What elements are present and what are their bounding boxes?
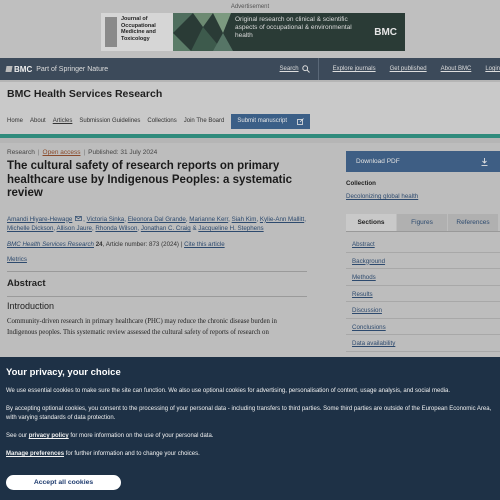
ad-tagline: Original research on clinical & scientif… (235, 16, 352, 39)
author-link[interactable]: Marianne Kerr (189, 216, 228, 223)
ad-banner[interactable]: Journal of Occupational Medicine and Tox… (101, 13, 405, 51)
download-icon (481, 157, 488, 166)
tab-references[interactable]: References (448, 214, 499, 231)
brand-suffix: Part of Springer Nature (36, 65, 109, 73)
author-link[interactable]: Eleonora Dal Grande (128, 216, 186, 223)
submit-manuscript-label: Submit manuscript (237, 118, 288, 124)
author-link[interactable]: Rhonda Wilson (95, 225, 137, 232)
manage-preferences-suffix: for further information and to change yo… (64, 451, 200, 457)
introduction-heading: Introduction (7, 300, 55, 311)
nav-about[interactable]: About (30, 118, 46, 124)
divider (7, 295, 307, 297)
nav-home[interactable]: Home (7, 118, 23, 124)
article-title: The cultural safety of research reports … (7, 160, 293, 199)
download-pdf-button[interactable]: Download PDF (346, 151, 500, 172)
top-navigation: BMC Part of Springer Nature Search Explo… (0, 58, 500, 80)
nav-divider (317, 58, 319, 80)
privacy-paragraph-policy: See our privacy policy for more informat… (6, 432, 494, 441)
article-number: , Article number: 873 (2024) (102, 240, 179, 248)
bmc-logo-icon (5, 66, 13, 72)
cite-this-article-link[interactable]: Cite this article (184, 241, 225, 248)
bmc-logo-text: BMC (14, 64, 33, 74)
author-link[interactable]: Amandi Hiyare-Hewage (7, 216, 72, 223)
advertisement-area: Advertisement Journal of Occupational Me… (0, 0, 500, 58)
article-sidebar: Download PDF Collection Decolonizing glo… (346, 151, 500, 352)
ad-journal-title: Journal of Occupational Medicine and Tox… (121, 16, 156, 42)
nav-articles[interactable]: Articles (53, 118, 73, 124)
metrics-link[interactable]: Metrics (7, 256, 307, 263)
nav-submission-guidelines[interactable]: Submission Guidelines (79, 118, 140, 124)
ad-journal-panel: Journal of Occupational Medicine and Tox… (101, 13, 173, 51)
author-link[interactable]: Allison Jaure (57, 225, 92, 232)
privacy-heading: Your privacy, your choice (6, 367, 121, 378)
search-label: Search (279, 66, 299, 72)
section-list: Abstract Background Methods Results Disc… (346, 236, 500, 352)
ad-bmc-logo: BMC (374, 27, 397, 38)
divider (7, 270, 307, 272)
author-link[interactable]: Kylie-Ann Mallitt (260, 216, 304, 223)
journal-navigation: Home About Articles Submission Guideline… (0, 108, 500, 138)
privacy-paragraph-preferences: Manage preferences for further informati… (6, 450, 494, 459)
author-link[interactable]: Siah Kim (232, 216, 257, 223)
bmc-logo: BMC (5, 64, 33, 74)
ad-graphic-panel: Original research on clinical & scientif… (173, 13, 405, 51)
collection-link[interactable]: Decolonizing global health (346, 193, 500, 200)
collection-heading: Collection (346, 180, 376, 187)
email-icon[interactable] (75, 215, 82, 221)
tab-figures[interactable]: Figures (397, 214, 448, 231)
advertisement-label: Advertisement (230, 4, 270, 10)
author-link[interactable]: Michelle Dickson (7, 225, 53, 232)
top-nav-links: Search Explore journals Get published Ab… (252, 58, 500, 80)
about-bmc-link[interactable]: About BMC (441, 66, 472, 72)
privacy-policy-prefix: See our (6, 433, 29, 439)
search-icon (301, 65, 310, 73)
author-list: Amandi Hiyare-Hewage , Victoria Sinka, E… (7, 215, 306, 233)
external-link-icon (297, 117, 304, 125)
manage-preferences-link[interactable]: Manage preferences (6, 451, 64, 457)
section-link-results[interactable]: Results (346, 286, 500, 302)
privacy-banner: Your privacy, your choice We use essenti… (0, 357, 500, 500)
privacy-policy-suffix: for more information on the use of your … (68, 433, 214, 439)
article-meta: Research | Open access | Published: 31 J… (7, 149, 307, 156)
bmc-brand[interactable]: BMC Part of Springer Nature (5, 64, 109, 74)
section-link-background[interactable]: Background (346, 253, 500, 269)
section-link-data-availability[interactable]: Data availability (346, 335, 500, 352)
meta-separator: | (180, 240, 183, 248)
download-pdf-label: Download PDF (356, 158, 400, 165)
accept-all-cookies-button[interactable]: Accept all cookies (6, 475, 121, 490)
privacy-paragraph-consent: By accepting optional cookies, you conse… (6, 406, 492, 421)
open-access-link[interactable]: Open access (43, 149, 81, 156)
article-type: Research (7, 149, 35, 156)
article-main-column: Research | Open access | Published: 31 J… (7, 149, 307, 338)
author-link[interactable]: Jonathan C. Craig (141, 225, 191, 232)
get-published-link[interactable]: Get published (390, 66, 427, 72)
section-link-abstract[interactable]: Abstract (346, 236, 500, 253)
journal-title[interactable]: BMC Health Services Research (0, 82, 500, 108)
published-date: Published: 31 July 2024 (88, 149, 158, 156)
explore-journals-link[interactable]: Explore journals (333, 66, 376, 72)
submit-manuscript-button[interactable]: Submit manuscript (231, 113, 311, 129)
sidebar-tabs: Sections Figures References (346, 214, 500, 232)
tab-sections[interactable]: Sections (346, 214, 397, 231)
author-link[interactable]: Victoria Sinka (87, 216, 125, 223)
privacy-paragraph-essential: We use essential cookies to make sure th… (6, 388, 451, 394)
nav-join-the-board[interactable]: Join The Board (184, 118, 225, 124)
journal-cover-image (105, 17, 117, 47)
nav-collections[interactable]: Collections (147, 118, 176, 124)
introduction-text: Community-driven research in primary hea… (7, 317, 277, 336)
journal-reference-link[interactable]: BMC Health Services Research (7, 241, 94, 248)
privacy-policy-link[interactable]: privacy policy (29, 433, 69, 439)
abstract-heading: Abstract (7, 277, 46, 289)
citation-line: BMC Health Services Research 24, Article… (7, 241, 307, 248)
section-link-discussion[interactable]: Discussion (346, 302, 500, 319)
author-link[interactable]: Jacqueline H. Stephens (198, 225, 263, 232)
section-link-methods[interactable]: Methods (346, 269, 500, 286)
login-link[interactable]: Login (485, 66, 500, 72)
meta-separator: | (37, 149, 40, 156)
volume-number: 24 (95, 240, 103, 248)
section-link-conclusions[interactable]: Conclusions (346, 319, 500, 335)
meta-separator: | (83, 149, 86, 156)
search-button[interactable]: Search (266, 65, 310, 73)
